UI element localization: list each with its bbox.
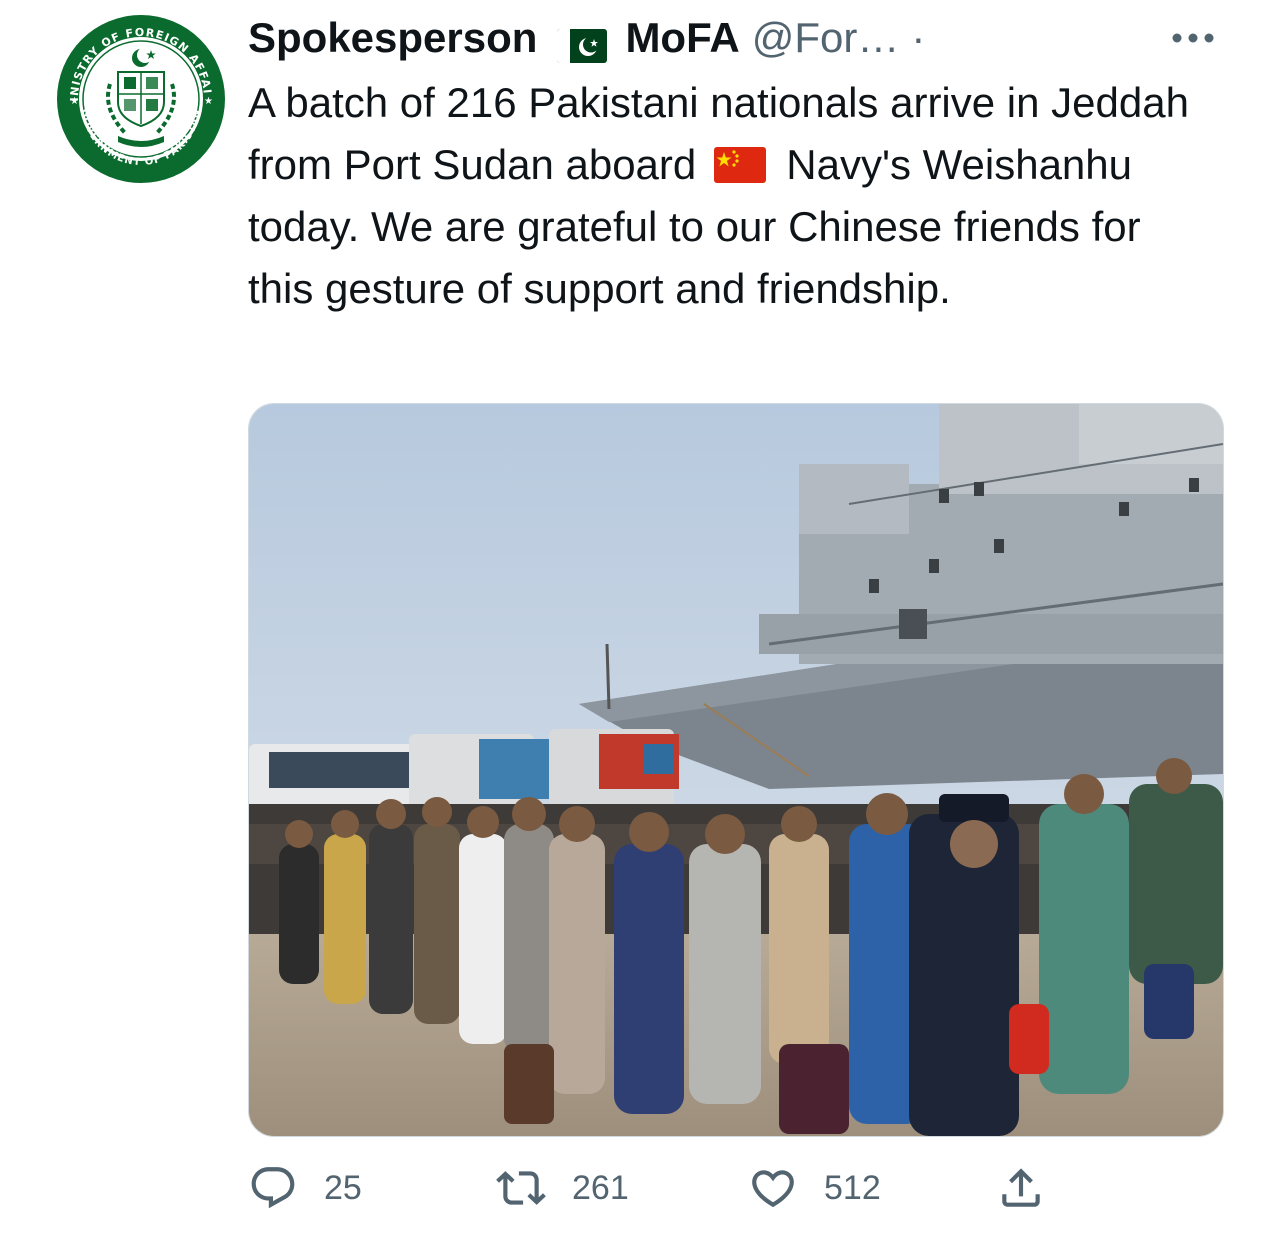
tweet-text: A batch of 216 Pakistani nationals arriv… — [248, 72, 1208, 320]
tweet-photo[interactable] — [248, 403, 1224, 1137]
retweet-icon — [496, 1171, 546, 1205]
reply-icon — [251, 1167, 295, 1209]
author-display-name[interactable]: Spokesperson — [248, 10, 537, 66]
svg-text:★: ★ — [204, 96, 213, 107]
photo-ship-crowd-image — [249, 404, 1223, 1136]
retweet-button[interactable]: 261 — [496, 1160, 629, 1216]
svg-text:★: ★ — [70, 96, 79, 107]
separator-dot: · — [911, 14, 926, 61]
author-handle[interactable]: @For… — [752, 10, 900, 66]
china-flag-icon — [714, 138, 767, 183]
share-icon — [1002, 1168, 1040, 1207]
author-avatar[interactable]: MINISTRY OF FOREIGN AFFAIRS GOVERNMENT O… — [56, 14, 226, 184]
like-button[interactable]: 512 — [748, 1160, 881, 1216]
tweet-header: Spokesperson MoFA @For… · — [248, 10, 925, 66]
share-button[interactable] — [996, 1160, 1046, 1216]
reply-count: 25 — [324, 1168, 362, 1207]
ministry-seal-logo: MINISTRY OF FOREIGN AFFAIRS GOVERNMENT O… — [56, 14, 225, 183]
retweet-count: 261 — [572, 1168, 629, 1207]
tweet-action-bar: 25 261 512 — [248, 1160, 1068, 1216]
more-horizontal-icon — [1172, 33, 1214, 43]
tweet[interactable]: MINISTRY OF FOREIGN AFFAIRS GOVERNMENT O… — [0, 0, 1282, 1242]
heart-icon — [752, 1170, 794, 1208]
author-display-name-suffix[interactable]: MoFA — [625, 10, 739, 66]
like-count: 512 — [824, 1168, 881, 1207]
pakistan-flag-icon — [557, 21, 608, 63]
reply-button[interactable]: 25 — [248, 1160, 362, 1216]
more-options-button[interactable] — [1168, 18, 1218, 58]
